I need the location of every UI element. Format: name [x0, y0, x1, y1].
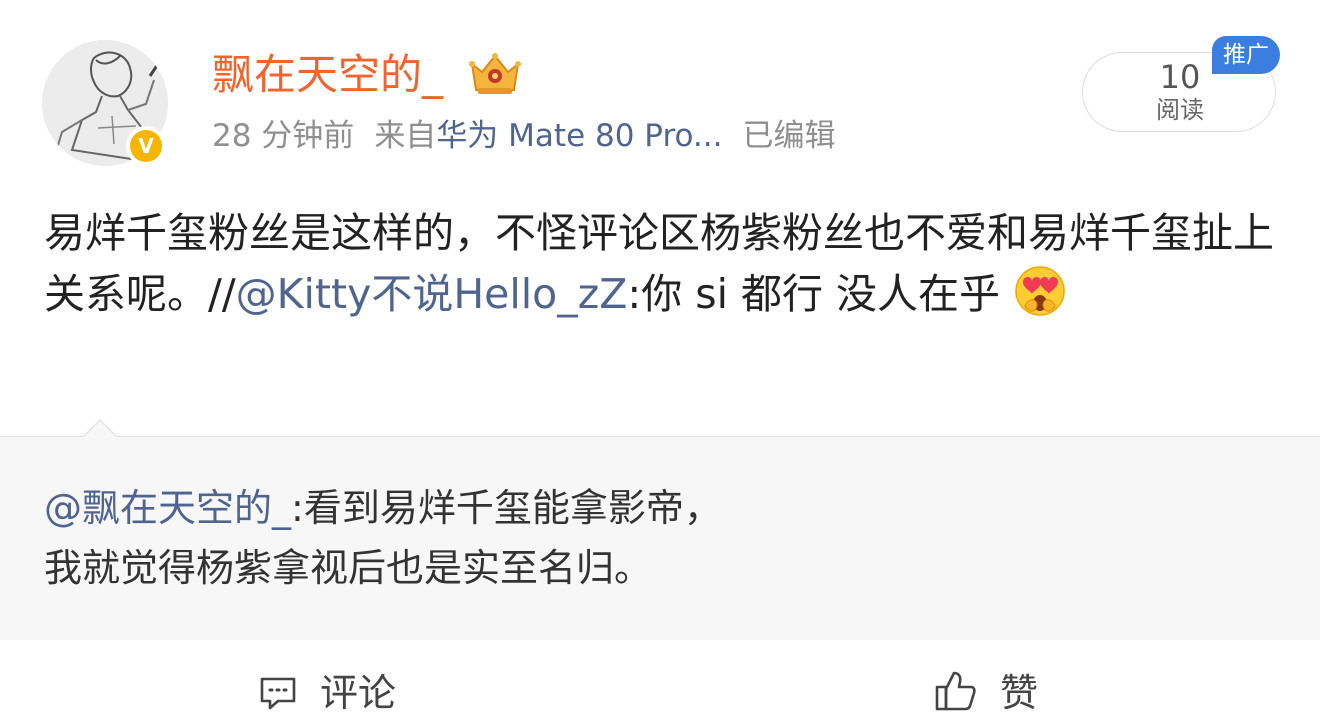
heart-eyes-emoji-icon [1015, 266, 1065, 316]
post-body: 易烊千玺粉丝是这样的，不怪评论区杨紫粉丝也不爱和易烊千玺扯上关系呢。//@Kit… [44, 203, 1276, 325]
like-label: 赞 [1000, 671, 1039, 715]
source-prefix: 来自 [374, 118, 437, 154]
vip-crown-icon[interactable] [466, 50, 524, 98]
promo-tag[interactable]: 推广 [1212, 36, 1280, 74]
action-bar: 评论 赞 [0, 640, 1320, 720]
comment-label: 评论 [320, 671, 397, 715]
author-name[interactable]: 飘在天空的_ [212, 48, 443, 102]
repost-mention-link[interactable]: @Kitty不说Hello_zZ [236, 270, 628, 318]
post-meta: 28 分钟前 来自华为 Mate 80 Pro... 已编辑 [212, 114, 836, 158]
thumbs-up-icon [935, 671, 976, 711]
device-source-link[interactable]: 华为 Mate 80 Pro... [436, 118, 722, 154]
quote-notch-fill [84, 421, 116, 437]
edited-label[interactable]: 已编辑 [743, 118, 836, 154]
quote-text-line1: :看到易烊千玺能拿影帝， [291, 486, 722, 530]
post-time: 28 分钟前 [212, 118, 355, 154]
verified-badge-icon: V [126, 126, 166, 166]
weibo-post-card: V 飘在天空的_ 28 分钟前 来自华为 Mate 80 Pro... 已编辑 10… [0, 0, 1320, 720]
like-button[interactable]: 赞 [934, 668, 1038, 718]
quote-author-mention[interactable]: @飘在天空的_ [44, 486, 291, 530]
quoted-post-text: @飘在天空的_:看到易烊千玺能拿影帝， 我就觉得杨紫拿视后也是实至名归。 [44, 478, 1276, 598]
repost-text: :你 si 都行 没人在乎 [627, 270, 1001, 318]
comment-button[interactable]: 评论 [258, 668, 396, 718]
read-label: 阅读 [1156, 96, 1204, 124]
quote-text-line2: 我就觉得杨紫拿视后也是实至名归。 [44, 546, 653, 590]
comment-bubble-icon [260, 677, 296, 710]
